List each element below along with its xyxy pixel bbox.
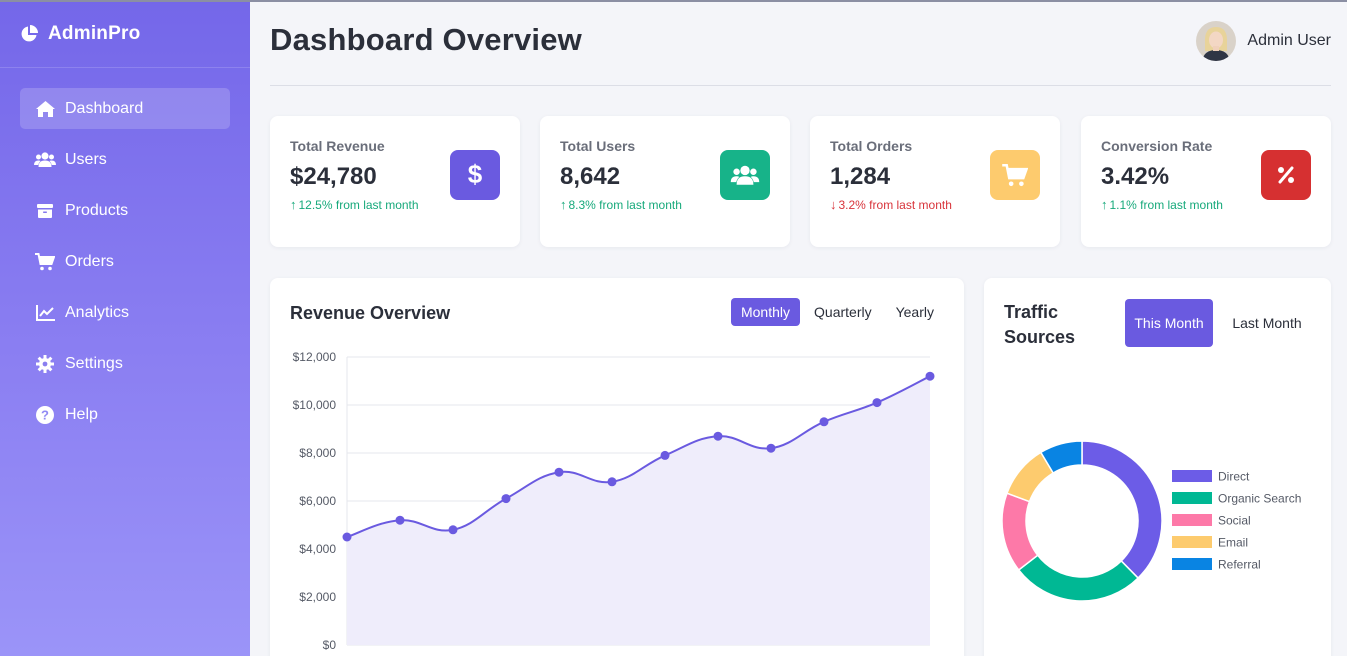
data-point bbox=[713, 431, 723, 441]
brand[interactable]: AdminPro bbox=[0, 0, 250, 68]
sidebar: AdminPro Dashboard Users Products Orders… bbox=[0, 0, 250, 656]
arrow-up-icon: ↑ bbox=[560, 197, 567, 212]
svg-text:?: ? bbox=[41, 407, 49, 422]
help-icon: ? bbox=[34, 404, 56, 426]
legend-swatch bbox=[1172, 558, 1212, 570]
y-tick-label: $0 bbox=[323, 638, 337, 652]
data-point bbox=[554, 467, 564, 477]
arrow-up-icon: ↑ bbox=[290, 197, 297, 212]
legend-label: Social bbox=[1218, 514, 1251, 528]
pie-slice bbox=[1001, 492, 1039, 572]
user-name: Admin User bbox=[1247, 31, 1331, 49]
data-point bbox=[395, 515, 405, 525]
sidebar-item-label: Help bbox=[65, 405, 98, 423]
page-header: Dashboard Overview Admin User bbox=[270, 0, 1331, 86]
sidebar-item-orders[interactable]: Orders bbox=[20, 241, 230, 282]
legend-label: Organic Search bbox=[1218, 492, 1301, 506]
y-tick-label: $6,000 bbox=[299, 494, 336, 508]
window-top-border bbox=[0, 0, 1347, 2]
data-point bbox=[501, 494, 511, 504]
legend-swatch bbox=[1172, 514, 1212, 526]
sidebar-nav: Dashboard Users Products Orders Analytic… bbox=[0, 68, 250, 435]
data-point bbox=[819, 417, 829, 427]
revenue-panel: Revenue Overview Monthly Quarterly Yearl… bbox=[270, 278, 964, 656]
dollar-icon: $ bbox=[450, 150, 500, 200]
data-point bbox=[607, 477, 617, 487]
sidebar-item-label: Settings bbox=[65, 354, 123, 372]
legend-label: Direct bbox=[1218, 470, 1250, 484]
pie-slice bbox=[1081, 440, 1163, 580]
box-icon bbox=[34, 200, 56, 222]
y-tick-label: $8,000 bbox=[299, 446, 336, 460]
stats-row: Total Revenue $24,780 ↑ 12.5% from last … bbox=[270, 116, 1331, 247]
legend-swatch bbox=[1172, 470, 1212, 482]
cart-icon bbox=[990, 150, 1040, 200]
avatar[interactable] bbox=[1196, 20, 1237, 61]
data-point bbox=[766, 443, 776, 453]
pie-chart-logo-icon bbox=[21, 24, 38, 41]
data-point bbox=[342, 532, 352, 542]
sidebar-item-settings[interactable]: Settings bbox=[20, 343, 230, 384]
svg-text:$: $ bbox=[468, 161, 483, 189]
data-point bbox=[925, 371, 935, 381]
stat-change-text: 3.2% from last month bbox=[838, 197, 952, 212]
users-icon bbox=[720, 150, 770, 200]
home-icon bbox=[34, 98, 56, 120]
y-tick-label: $2,000 bbox=[299, 590, 336, 604]
cart-icon bbox=[34, 251, 56, 273]
revenue-line-chart: $0 $2,000 $4,000 $6,000 $8,000 $10,000 $12,000 bbox=[293, 350, 935, 652]
sidebar-item-label: Users bbox=[65, 150, 107, 168]
chart-line-icon bbox=[34, 302, 56, 324]
data-point bbox=[872, 398, 882, 408]
sidebar-item-help[interactable]: ? Help bbox=[20, 394, 230, 435]
stat-card-conversion: Conversion Rate 3.42% ↑ 1.1% from last m… bbox=[1081, 116, 1331, 247]
stat-change-text: 1.1% from last month bbox=[1109, 197, 1223, 212]
stat-change-text: 12.5% from last month bbox=[298, 197, 419, 212]
sidebar-item-analytics[interactable]: Analytics bbox=[20, 292, 230, 333]
stat-card-revenue: Total Revenue $24,780 ↑ 12.5% from last … bbox=[270, 116, 520, 247]
legend-swatch bbox=[1172, 536, 1212, 548]
y-tick-label: $10,000 bbox=[293, 398, 337, 412]
brand-name: AdminPro bbox=[48, 22, 141, 44]
stat-card-orders: Total Orders 1,284 ↓ 3.2% from last mont… bbox=[810, 116, 1060, 247]
sidebar-item-label: Analytics bbox=[65, 303, 130, 321]
traffic-doughnut-chart: Direct Organic Search Social Email Referral bbox=[1001, 440, 1301, 602]
sidebar-item-label: Orders bbox=[65, 252, 114, 270]
traffic-panel: Traffic Sources This Month Last Month Di… bbox=[984, 278, 1331, 656]
y-tick-label: $12,000 bbox=[293, 350, 337, 364]
stat-change-text: 8.3% from last month bbox=[568, 197, 682, 212]
stat-card-users: Total Users 8,642 ↑ 8.3% from last month bbox=[540, 116, 790, 247]
data-point bbox=[448, 525, 458, 535]
pie-slice bbox=[1017, 554, 1140, 602]
sidebar-item-label: Products bbox=[65, 201, 129, 219]
y-tick-label: $4,000 bbox=[299, 542, 336, 556]
legend-label: Email bbox=[1218, 536, 1248, 550]
legend-label: Referral bbox=[1218, 558, 1261, 572]
arrow-down-icon: ↓ bbox=[830, 197, 837, 212]
gear-icon bbox=[34, 353, 56, 375]
sidebar-item-products[interactable]: Products bbox=[20, 190, 230, 231]
arrow-up-icon: ↑ bbox=[1101, 197, 1108, 212]
users-icon bbox=[34, 149, 56, 171]
sidebar-item-label: Dashboard bbox=[65, 99, 144, 117]
legend-swatch bbox=[1172, 492, 1212, 504]
sidebar-item-dashboard[interactable]: Dashboard bbox=[20, 88, 230, 129]
sidebar-item-users[interactable]: Users bbox=[20, 139, 230, 180]
page-title: Dashboard Overview bbox=[270, 21, 582, 57]
percent-icon bbox=[1261, 150, 1311, 200]
data-point bbox=[660, 450, 670, 460]
user-menu[interactable]: Admin User bbox=[1196, 20, 1331, 61]
area-fill bbox=[347, 376, 930, 645]
main-content: Dashboard Overview Admin User Total Reve… bbox=[270, 0, 1331, 656]
